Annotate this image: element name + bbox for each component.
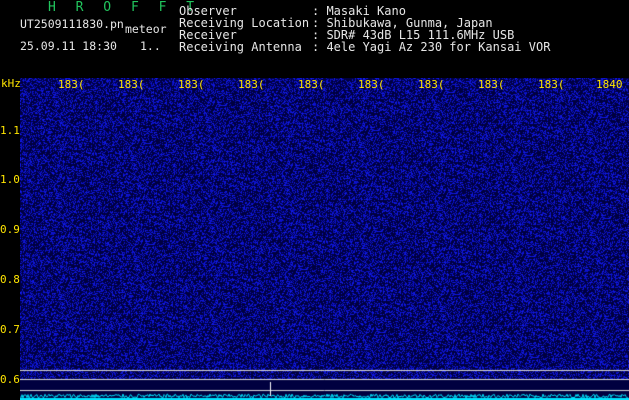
x-tick: 183( [418,78,445,91]
x-tick: 183( [178,78,205,91]
x-tick: 183( [58,78,85,91]
y-tick: 0.7 [0,323,20,336]
x-tick: 1840 [596,78,623,91]
app-title: H R O F F T [48,0,201,15]
y-tick: 1.1 [0,124,20,137]
datetime: 25.09.11 18:30 [20,39,117,53]
y-tick: 0.9 [0,223,20,236]
antenna-value: : 4ele Yagi Az 230 for Kansai VOR [312,40,551,54]
counter: 1.. [140,39,161,53]
x-tick: 183( [538,78,565,91]
x-tick: 183( [358,78,385,91]
mode-label: meteor [125,22,167,36]
x-tick: 183( [298,78,325,91]
x-tick: 183( [118,78,145,91]
y-tick: 0.8 [0,273,20,286]
y-tick: 0.6 [0,373,20,386]
x-tick: 183( [238,78,265,91]
header: H R O F F T UT2509111830.pn meteor 25.09… [0,0,629,78]
y-tick: 1.0 [0,173,20,186]
spectrogram-plot [20,78,629,400]
y-unit-label: kHz [1,77,21,90]
x-tick: 183( [478,78,505,91]
antenna-label: Receiving Antenna [179,40,302,54]
file-name: UT2509111830.pn [20,17,124,31]
